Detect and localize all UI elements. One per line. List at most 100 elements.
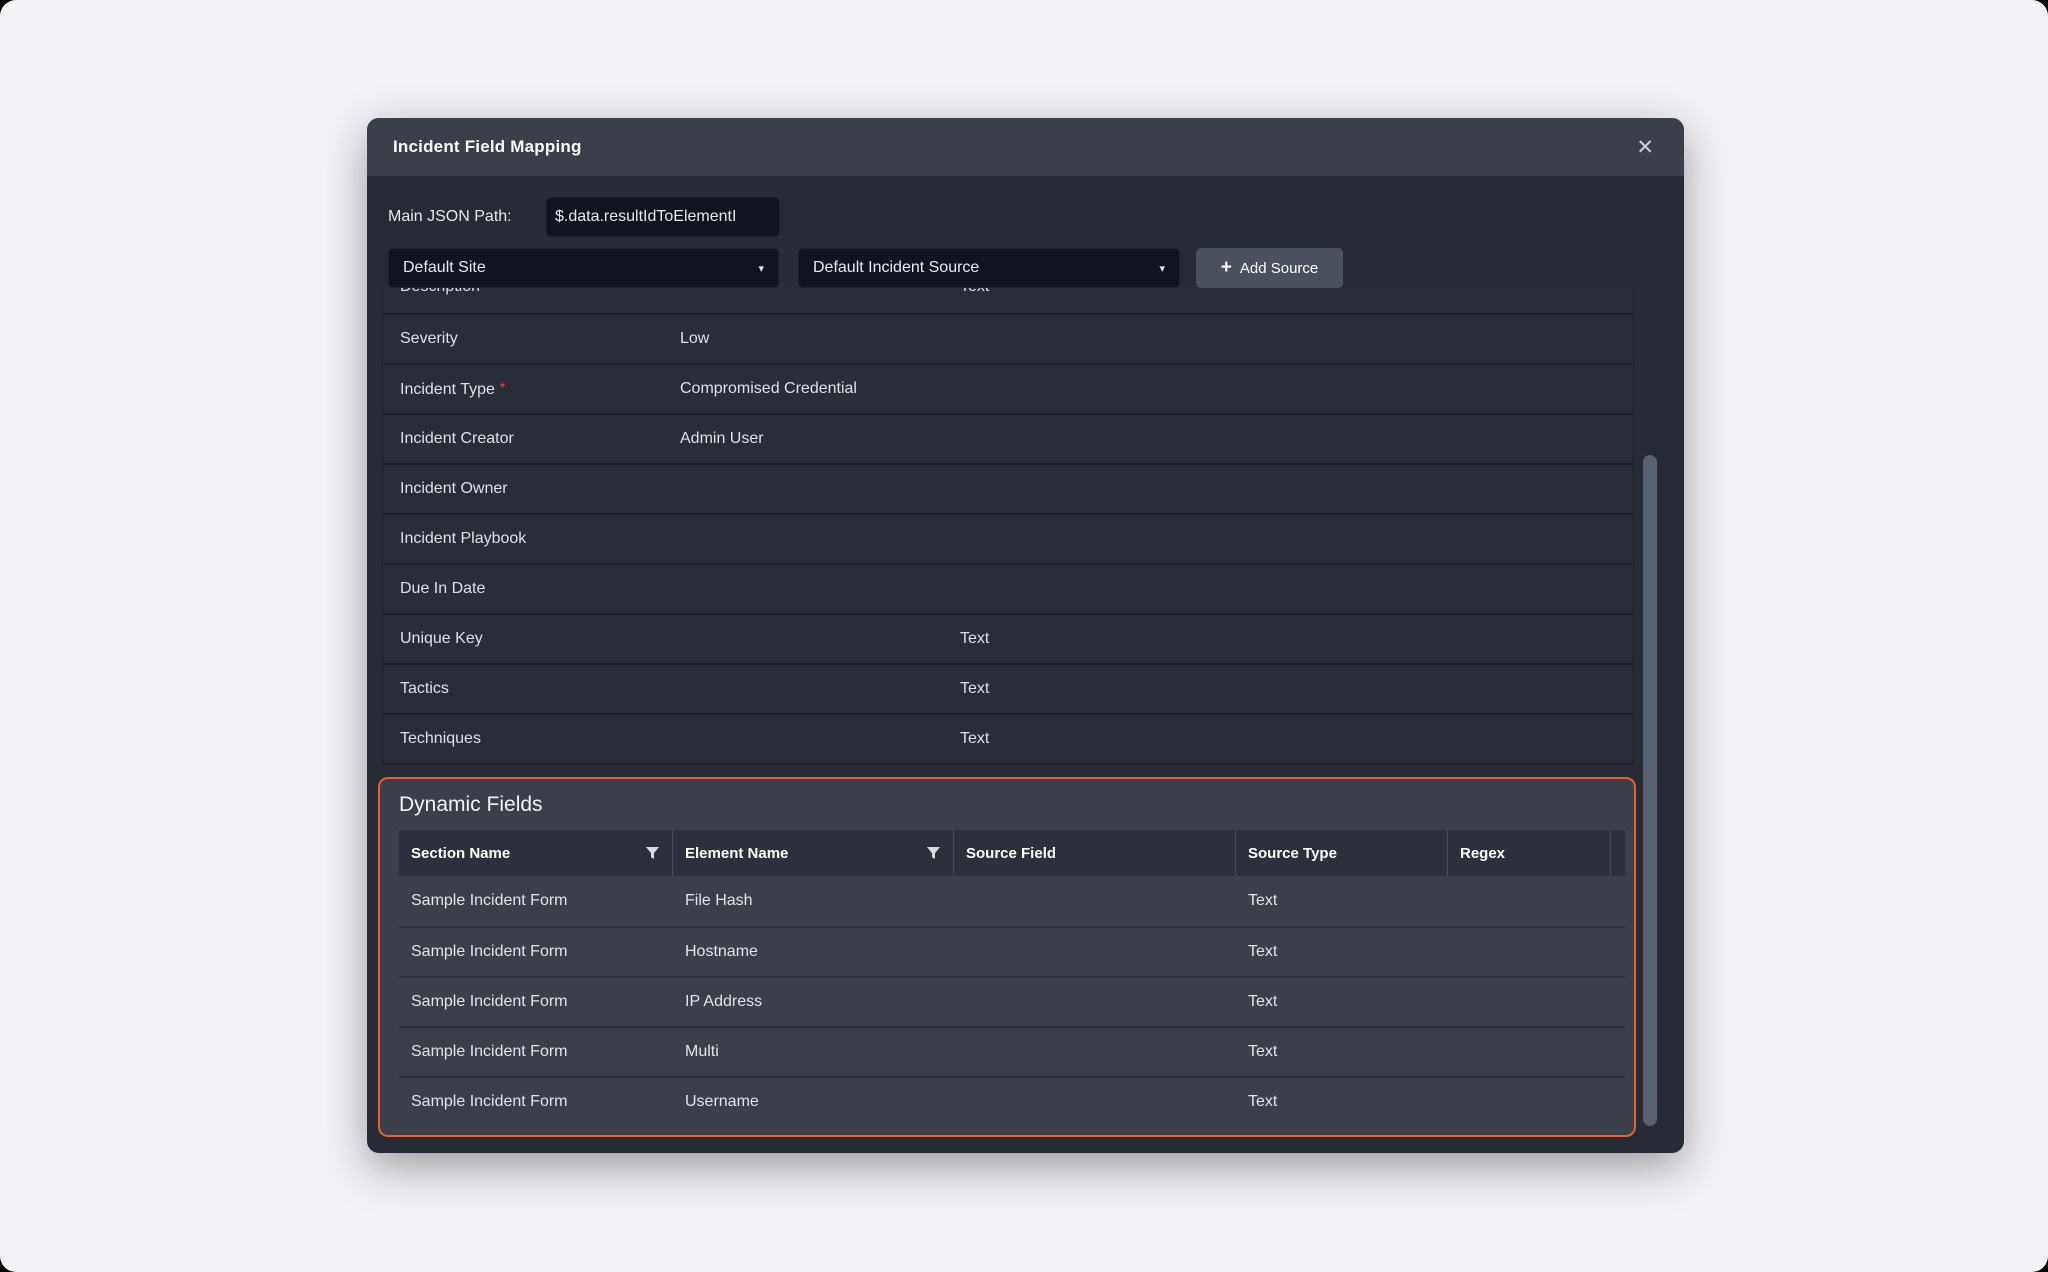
- chevron-down-icon: ▾: [758, 262, 764, 275]
- app-canvas: Incident Field Mapping ✕ Main JSON Path:…: [0, 0, 2048, 1272]
- field-row-inner: Description Text: [383, 288, 1633, 311]
- dynamic-fields-body: Sample Incident FormFile HashTextSample …: [399, 876, 1625, 1126]
- field-name-text: Incident Type: [400, 381, 495, 398]
- field-name-text: Description: [400, 288, 480, 295]
- dynamic-fields-header-row: Section Name Element Name Source Field Sour…: [399, 830, 1625, 876]
- modal-header: Incident Field Mapping ✕: [367, 118, 1684, 176]
- plus-icon: +: [1221, 258, 1232, 277]
- field-row[interactable]: Techniques Text: [382, 713, 1634, 763]
- dynamic-header-element-name[interactable]: Element Name: [673, 830, 954, 876]
- field-name: Incident Creator: [383, 430, 680, 448]
- field-row[interactable]: Incident Playbook: [382, 513, 1634, 563]
- field-row[interactable]: Description Text: [382, 288, 1634, 313]
- chevron-down-icon: ▾: [1159, 262, 1165, 275]
- field-row-inner: Due In Date: [383, 565, 1633, 613]
- field-name: Incident Playbook: [383, 530, 680, 548]
- field-name-text: Incident Owner: [400, 480, 508, 497]
- incident-field-mapping-modal: Incident Field Mapping ✕ Main JSON Path:…: [367, 118, 1684, 1153]
- field-row[interactable]: Severity Low: [382, 313, 1634, 363]
- incident-source-dropdown[interactable]: Default Incident Source ▾: [798, 248, 1180, 288]
- filter-icon[interactable]: [926, 846, 941, 861]
- incident-source-dropdown-value: Default Incident Source: [813, 259, 979, 277]
- json-path-label: Main JSON Path:: [388, 197, 512, 237]
- field-name-text: Tactics: [400, 680, 449, 697]
- filter-icon[interactable]: [645, 846, 660, 861]
- field-name-text: Incident Playbook: [400, 530, 526, 547]
- section-name-cell: Sample Incident Form: [399, 1043, 673, 1061]
- section-name-cell: Sample Incident Form: [399, 993, 673, 1011]
- field-name-text: Techniques: [400, 730, 481, 747]
- field-value: Compromised Credential: [680, 380, 960, 398]
- dynamic-field-row[interactable]: Sample Incident FormIP Address Text: [399, 976, 1625, 1026]
- field-name: Severity: [383, 330, 680, 348]
- field-source-type: Text: [960, 680, 1633, 698]
- site-dropdown[interactable]: Default Site ▾: [388, 248, 779, 288]
- field-name-text: Unique Key: [400, 630, 483, 647]
- incident-field-table: Description Text Severity Low Incident Type *…: [382, 288, 1634, 765]
- field-row[interactable]: Tactics Text: [382, 663, 1634, 713]
- dynamic-header-source-field[interactable]: Source Field: [954, 830, 1236, 876]
- field-name-text: Severity: [400, 330, 458, 347]
- column-label: Element Name: [685, 845, 788, 862]
- field-row[interactable]: Due In Date: [382, 563, 1634, 613]
- dynamic-header-regex[interactable]: Regex: [1448, 830, 1611, 876]
- column-label: Section Name: [411, 845, 510, 862]
- required-asterisk: *: [500, 379, 505, 395]
- dynamic-field-row[interactable]: Sample Incident FormMulti Text: [399, 1026, 1625, 1076]
- dynamic-fields-section: Dynamic Fields Section NameElement NameS…: [378, 777, 1636, 1137]
- field-name-text: Due In Date: [400, 580, 485, 597]
- dynamic-field-row[interactable]: Sample Incident FormFile Hash Text: [399, 876, 1625, 926]
- element-name-cell: Hostname: [673, 943, 954, 961]
- source-type-cell: Text: [1236, 943, 1448, 961]
- source-type-cell: Text: [1236, 1043, 1448, 1061]
- field-row-inner: Techniques Text: [383, 715, 1633, 763]
- field-row-inner: Incident Type * Compromised Credential: [383, 365, 1633, 413]
- field-row-inner: Tactics Text: [383, 665, 1633, 713]
- field-name: Due In Date: [383, 580, 680, 598]
- column-label: Source Field: [966, 845, 1056, 862]
- field-source-type: Text: [960, 288, 1633, 296]
- element-name-cell: Multi: [673, 1043, 954, 1061]
- field-row[interactable]: Incident Owner: [382, 463, 1634, 513]
- dynamic-field-row[interactable]: Sample Incident FormUsername Text: [399, 1076, 1625, 1126]
- field-name: Techniques: [383, 730, 680, 748]
- modal-title: Incident Field Mapping: [393, 137, 582, 157]
- dynamic-header-filler: [1611, 830, 1635, 876]
- element-name-cell: File Hash: [673, 892, 954, 910]
- field-row-inner: Incident Creator Admin User: [383, 415, 1633, 463]
- column-label: Regex: [1460, 845, 1505, 862]
- field-name: Unique Key: [383, 630, 680, 648]
- field-name: Incident Type *: [383, 379, 680, 399]
- close-icon[interactable]: ✕: [1628, 118, 1662, 176]
- field-row[interactable]: Incident Type * Compromised Credential: [382, 363, 1634, 413]
- add-source-button[interactable]: + Add Source: [1196, 248, 1343, 288]
- element-name-cell: Username: [673, 1093, 954, 1111]
- field-row-inner: Unique Key Text: [383, 615, 1633, 663]
- vertical-scrollbar-thumb[interactable]: [1643, 455, 1657, 1126]
- field-value: Low: [680, 330, 960, 348]
- dynamic-header-source-type[interactable]: Source Type: [1236, 830, 1448, 876]
- field-row[interactable]: Unique Key Text: [382, 613, 1634, 663]
- site-dropdown-value: Default Site: [403, 259, 486, 277]
- field-value: Admin User: [680, 430, 960, 448]
- element-name-cell: IP Address: [673, 993, 954, 1011]
- dynamic-header-section-name[interactable]: Section Name: [399, 830, 673, 876]
- column-label: Source Type: [1248, 845, 1337, 862]
- field-row[interactable]: Incident Creator Admin User: [382, 413, 1634, 463]
- source-type-cell: Text: [1236, 993, 1448, 1011]
- field-name: Tactics: [383, 680, 680, 698]
- section-name-cell: Sample Incident Form: [399, 1093, 673, 1111]
- section-name-cell: Sample Incident Form: [399, 892, 673, 910]
- source-type-cell: Text: [1236, 892, 1448, 910]
- field-name-text: Incident Creator: [400, 430, 514, 447]
- json-path-input[interactable]: [546, 197, 780, 237]
- add-source-label: Add Source: [1240, 260, 1318, 277]
- field-source-type: Text: [960, 730, 1633, 748]
- section-name-cell: Sample Incident Form: [399, 943, 673, 961]
- field-row-inner: Incident Playbook: [383, 515, 1633, 563]
- field-row-inner: Incident Owner: [383, 465, 1633, 513]
- source-type-cell: Text: [1236, 1093, 1448, 1111]
- dynamic-field-row[interactable]: Sample Incident FormHostname Text: [399, 926, 1625, 976]
- field-name: Description: [383, 288, 680, 296]
- field-source-type: Text: [960, 630, 1633, 648]
